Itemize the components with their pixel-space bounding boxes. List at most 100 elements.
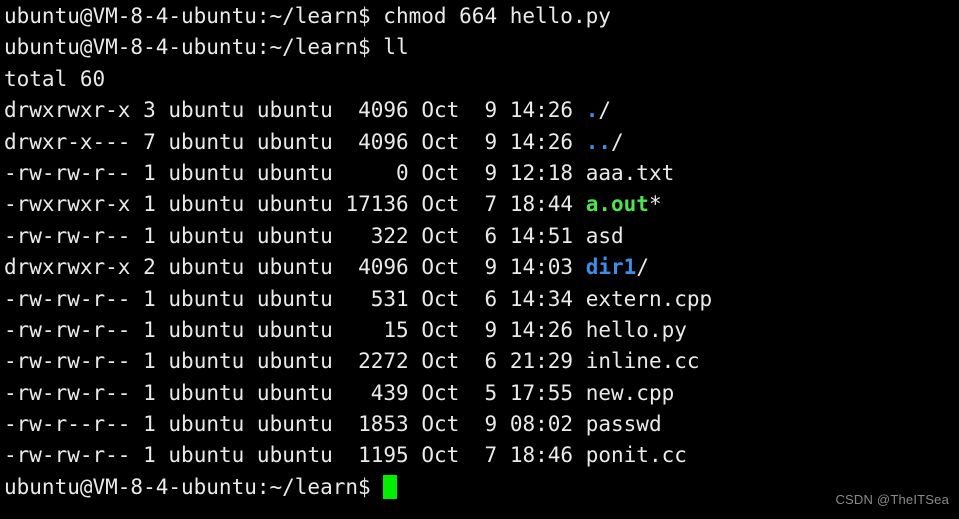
table-row: -rw-rw-r-- 1 ubuntu ubuntu 1195 Oct 7 18… bbox=[4, 440, 959, 471]
cell-group: ubuntu bbox=[256, 286, 333, 311]
cell-size: 17136 bbox=[345, 192, 409, 217]
cell-name_base: hello.py bbox=[585, 317, 687, 342]
cell-group: ubuntu bbox=[256, 317, 333, 342]
cell-group: ubuntu bbox=[256, 98, 333, 123]
cell-time: 14:51 bbox=[509, 223, 574, 248]
table-row: drwxr-x--- 7 ubuntu ubuntu 4096 Oct 9 14… bbox=[4, 127, 959, 158]
cell-links: 1 bbox=[143, 160, 156, 185]
cell-owner: ubuntu bbox=[168, 255, 245, 280]
cell-time: 14:03 bbox=[509, 255, 574, 280]
cell-name_base: dir1 bbox=[585, 255, 637, 280]
cell-size: 15 bbox=[345, 317, 409, 342]
cell-perms: -rw-rw-r-- bbox=[4, 317, 131, 342]
cell-perms: -rw-r--r-- bbox=[4, 412, 131, 437]
table-row: -rw-rw-r-- 1 ubuntu ubuntu 2272 Oct 6 21… bbox=[4, 346, 959, 377]
cell-size: 322 bbox=[345, 223, 409, 248]
cell-name_base: inline.cc bbox=[585, 349, 700, 374]
cell-day: 9 bbox=[471, 255, 498, 280]
cell-links: 3 bbox=[143, 98, 156, 123]
cell-name_base: aaa.txt bbox=[585, 160, 675, 185]
shell-prompt: ubuntu@VM-8-4-ubuntu:~/learn$ bbox=[4, 4, 371, 28]
cell-name_base: .. bbox=[585, 129, 612, 154]
cell-month: Oct bbox=[421, 160, 460, 185]
cell-name_base: new.cpp bbox=[585, 380, 675, 405]
cell-links: 1 bbox=[143, 443, 156, 468]
cell-time: 12:18 bbox=[509, 160, 574, 185]
cell-name_base: asd bbox=[585, 223, 624, 248]
cell-month: Oct bbox=[421, 192, 460, 217]
command-line-chmod: ubuntu@VM-8-4-ubuntu:~/learn$ chmod 664 … bbox=[4, 1, 959, 32]
cell-group: ubuntu bbox=[256, 192, 333, 217]
cell-owner: ubuntu bbox=[168, 223, 245, 248]
table-row: -rw-rw-r-- 1 ubuntu ubuntu 531 Oct 6 14:… bbox=[4, 284, 959, 315]
table-row: -rw-rw-r-- 1 ubuntu ubuntu 15 Oct 9 14:2… bbox=[4, 315, 959, 346]
cell-perms: -rwxrwxr-x bbox=[4, 192, 131, 217]
command-text-chmod: chmod 664 hello.py bbox=[370, 4, 611, 28]
cell-size: 1853 bbox=[345, 412, 409, 437]
cell-time: 14:26 bbox=[509, 98, 574, 123]
cell-perms: -rw-rw-r-- bbox=[4, 443, 131, 468]
terminal-screen[interactable]: ubuntu@VM-8-4-ubuntu:~/learn$ chmod 664 … bbox=[4, 1, 959, 503]
final-prompt-line[interactable]: ubuntu@VM-8-4-ubuntu:~/learn$ bbox=[4, 472, 959, 503]
cell-owner: ubuntu bbox=[168, 380, 245, 405]
cell-links: 1 bbox=[143, 317, 156, 342]
cell-links: 1 bbox=[143, 286, 156, 311]
cell-owner: ubuntu bbox=[168, 317, 245, 342]
cell-day: 6 bbox=[471, 223, 498, 248]
cell-month: Oct bbox=[421, 223, 460, 248]
cell-month: Oct bbox=[421, 255, 460, 280]
cell-perms: drwxrwxr-x bbox=[4, 255, 131, 280]
cell-month: Oct bbox=[421, 412, 460, 437]
table-row: drwxrwxr-x 3 ubuntu ubuntu 4096 Oct 9 14… bbox=[4, 95, 959, 126]
cell-day: 9 bbox=[471, 160, 498, 185]
cell-day: 9 bbox=[471, 98, 498, 123]
cell-day: 9 bbox=[471, 317, 498, 342]
cell-name_base: . bbox=[585, 98, 599, 123]
cell-indicator: / bbox=[636, 255, 649, 280]
cell-time: 14:26 bbox=[509, 129, 574, 154]
cell-size: 4096 bbox=[345, 129, 409, 154]
cell-size: 439 bbox=[345, 380, 409, 405]
cell-time: 14:34 bbox=[509, 286, 574, 311]
cell-perms: drwxrwxr-x bbox=[4, 98, 131, 123]
cell-day: 7 bbox=[471, 192, 498, 217]
cell-size: 2272 bbox=[345, 349, 409, 374]
cell-links: 1 bbox=[143, 349, 156, 374]
cell-group: ubuntu bbox=[256, 443, 333, 468]
cell-links: 1 bbox=[143, 412, 156, 437]
cell-perms: -rw-rw-r-- bbox=[4, 223, 131, 248]
cell-size: 0 bbox=[345, 160, 409, 185]
cell-time: 08:02 bbox=[509, 412, 574, 437]
cell-owner: ubuntu bbox=[168, 349, 245, 374]
cell-group: ubuntu bbox=[256, 349, 333, 374]
cell-name_base: a.out bbox=[585, 192, 649, 217]
table-row: -rw-r--r-- 1 ubuntu ubuntu 1853 Oct 9 08… bbox=[4, 409, 959, 440]
table-row: -rwxrwxr-x 1 ubuntu ubuntu 17136 Oct 7 1… bbox=[4, 189, 959, 220]
cell-owner: ubuntu bbox=[168, 443, 245, 468]
cell-links: 1 bbox=[143, 223, 156, 248]
cell-owner: ubuntu bbox=[168, 160, 245, 185]
file-listing: drwxrwxr-x 3 ubuntu ubuntu 4096 Oct 9 14… bbox=[4, 95, 959, 472]
cell-links: 2 bbox=[143, 255, 156, 280]
cell-month: Oct bbox=[421, 443, 460, 468]
cell-name_base: ponit.cc bbox=[585, 443, 687, 468]
cell-indicator: * bbox=[648, 192, 662, 217]
cell-month: Oct bbox=[421, 129, 460, 154]
cell-day: 5 bbox=[471, 380, 498, 405]
cell-group: ubuntu bbox=[256, 223, 333, 248]
table-row: -rw-rw-r-- 1 ubuntu ubuntu 0 Oct 9 12:18… bbox=[4, 158, 959, 189]
cell-time: 18:46 bbox=[509, 443, 574, 468]
cell-indicator: / bbox=[611, 129, 624, 154]
cell-group: ubuntu bbox=[256, 129, 333, 154]
cell-size: 531 bbox=[345, 286, 409, 311]
cell-owner: ubuntu bbox=[168, 129, 245, 154]
terminal-window[interactable]: ubuntu@VM-8-4-ubuntu:~/learn$ chmod 664 … bbox=[0, 0, 959, 519]
cell-name_base: passwd bbox=[585, 412, 662, 437]
cell-time: 14:26 bbox=[509, 317, 574, 342]
cell-group: ubuntu bbox=[256, 380, 333, 405]
watermark: CSDN @TheITSea bbox=[835, 491, 949, 507]
cell-perms: drwxr-x--- bbox=[4, 129, 131, 154]
cell-day: 9 bbox=[471, 412, 498, 437]
shell-prompt: ubuntu@VM-8-4-ubuntu:~/learn$ bbox=[4, 474, 371, 499]
cell-owner: ubuntu bbox=[168, 286, 245, 311]
